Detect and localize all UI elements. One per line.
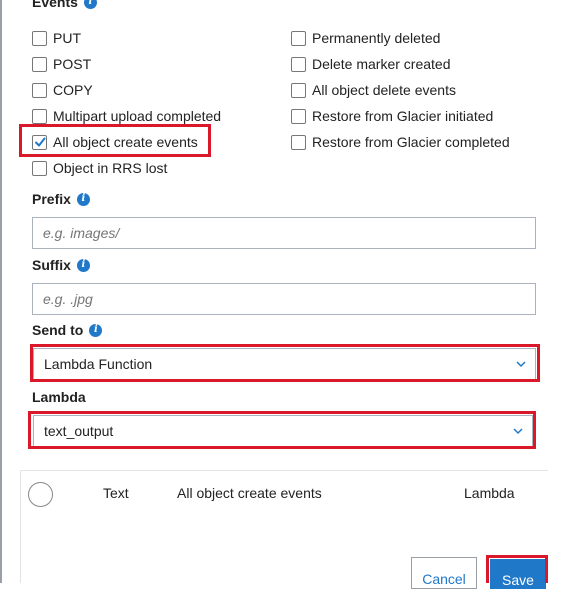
checkbox-box[interactable] (32, 56, 47, 72)
checkbox-put[interactable]: PUT (32, 28, 81, 48)
events-heading: Events i (32, 0, 97, 10)
save-button[interactable]: Save (490, 559, 546, 589)
suffix-input[interactable] (32, 283, 536, 315)
send-to-heading: Send to i (32, 322, 103, 338)
checkbox-multipart-upload-completed[interactable]: Multipart upload completed (32, 106, 221, 126)
send-to-label: Send to (32, 322, 84, 338)
checkbox-box[interactable] (32, 160, 47, 176)
checkbox-box[interactable] (291, 134, 306, 150)
prefix-heading: Prefix i (32, 191, 90, 207)
checkbox-box[interactable] (291, 108, 306, 124)
row-destination: Lambda (464, 485, 515, 501)
prefix-label: Prefix (32, 191, 71, 207)
lambda-label: Lambda (32, 389, 86, 405)
info-icon[interactable]: i (76, 192, 90, 206)
checkbox-post[interactable]: POST (32, 54, 91, 74)
lambda-selected-value: text_output (44, 423, 114, 439)
chevron-down-icon (515, 358, 527, 370)
checkbox-restore-glacier-completed[interactable]: Restore from Glacier completed (291, 132, 510, 152)
checkbox-object-in-rrs-lost[interactable]: Object in RRS lost (32, 158, 167, 178)
checkbox-permanently-deleted[interactable]: Permanently deleted (291, 28, 440, 48)
checkbox-all-object-delete-events[interactable]: All object delete events (291, 80, 456, 100)
send-to-selected-value: Lambda Function (44, 356, 153, 372)
checkbox-box-checked[interactable] (32, 134, 47, 150)
events-title: Events (32, 0, 78, 10)
row-name: Text (103, 485, 129, 501)
divider (20, 470, 548, 471)
prefix-input[interactable] (32, 217, 536, 249)
chevron-down-icon (512, 425, 524, 437)
table-left-edge (20, 470, 21, 583)
checkbox-copy[interactable]: COPY (32, 80, 93, 100)
checkbox-box[interactable] (32, 82, 47, 98)
send-to-select[interactable]: Lambda Function (33, 348, 536, 380)
lambda-heading: Lambda (32, 389, 86, 405)
panel-left-border (0, 0, 2, 583)
checkmark-icon (34, 137, 45, 147)
row-radio-button[interactable] (28, 482, 53, 507)
info-icon[interactable]: i (76, 258, 90, 272)
checkbox-box[interactable] (291, 82, 306, 98)
info-icon[interactable]: i (89, 323, 103, 337)
lambda-select[interactable]: text_output (33, 415, 533, 447)
checkbox-all-object-create-events[interactable]: All object create events (32, 132, 198, 152)
table-row: Text All object create events Lambda (28, 482, 548, 510)
checkbox-restore-glacier-initiated[interactable]: Restore from Glacier initiated (291, 106, 493, 126)
row-events: All object create events (177, 485, 322, 501)
checkbox-box[interactable] (32, 30, 47, 46)
checkbox-box[interactable] (291, 56, 306, 72)
checkbox-box[interactable] (32, 108, 47, 124)
cancel-button[interactable]: Cancel (411, 557, 477, 589)
suffix-label: Suffix (32, 257, 71, 273)
info-icon[interactable]: i (83, 0, 97, 9)
suffix-heading: Suffix i (32, 257, 90, 273)
checkbox-box[interactable] (291, 30, 306, 46)
checkbox-delete-marker-created[interactable]: Delete marker created (291, 54, 451, 74)
